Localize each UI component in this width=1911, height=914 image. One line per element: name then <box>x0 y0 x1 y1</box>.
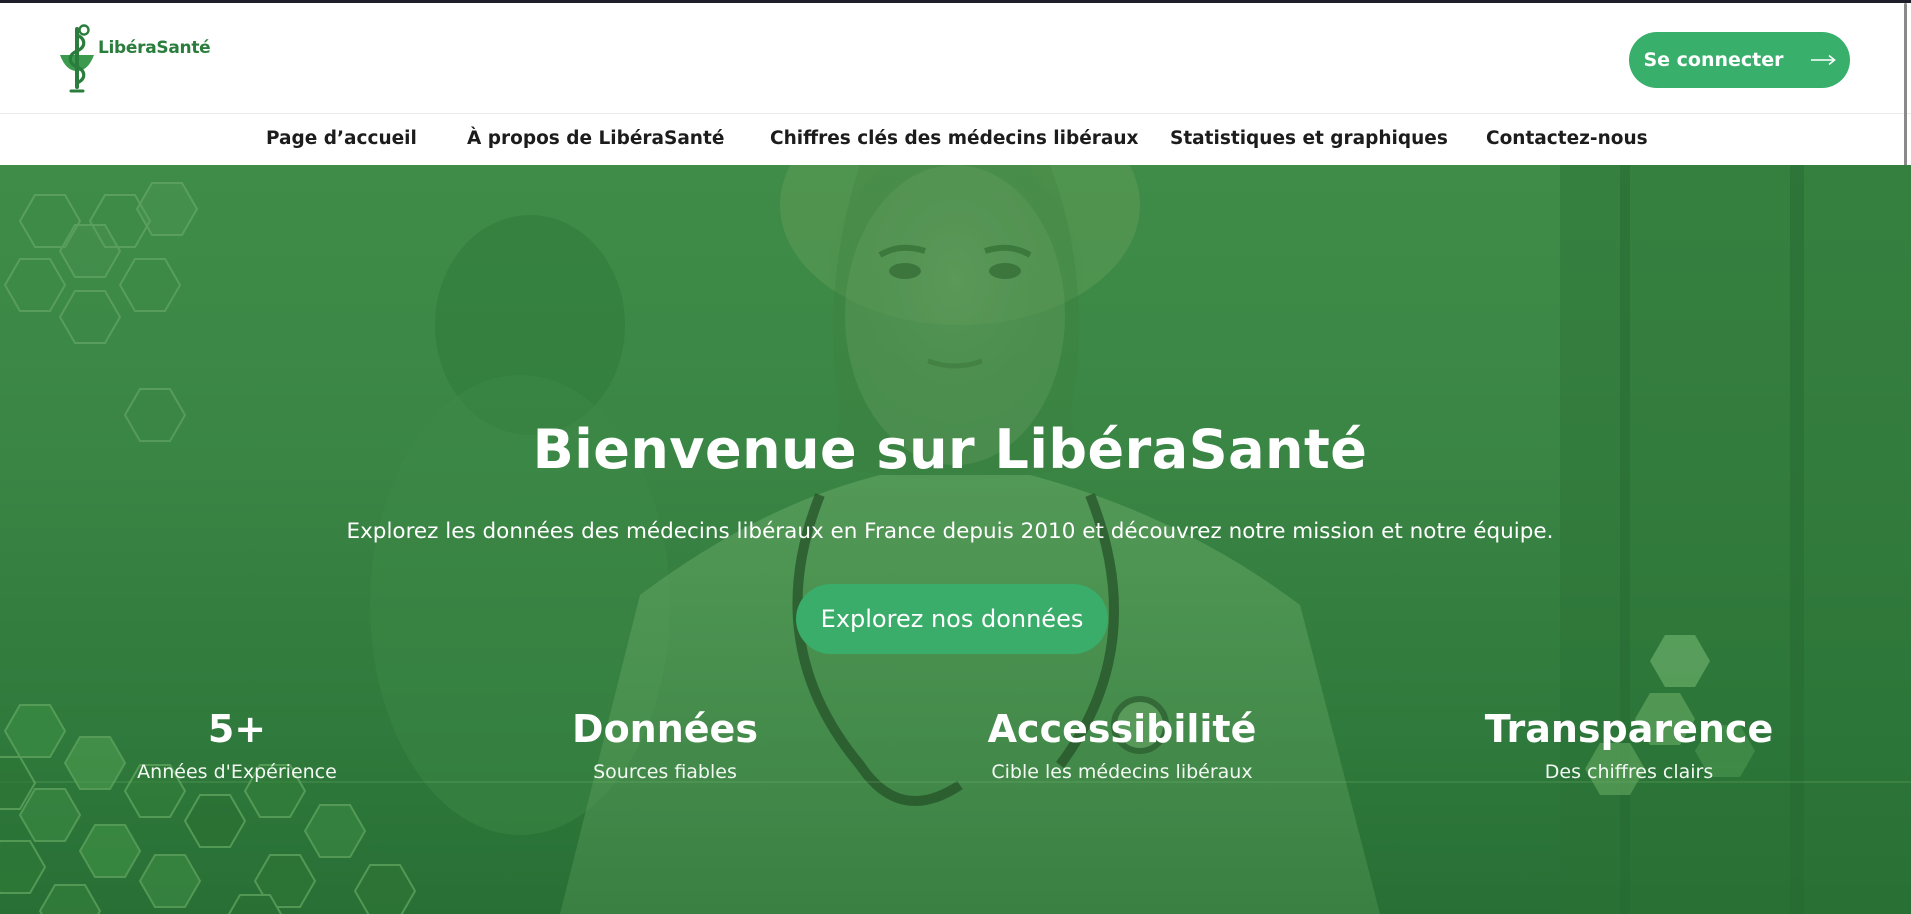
caduceus-bowl-icon <box>60 24 94 93</box>
stat-value: Données <box>572 707 758 751</box>
stat-transparency: Transparence Des chiffres clairs <box>1449 707 1809 783</box>
hero-section: Bienvenue sur LibéraSanté Explorez les d… <box>0 165 1911 914</box>
nav-item-home[interactable]: Page d’accueil <box>266 128 417 149</box>
stat-label: Sources fiables <box>593 761 737 783</box>
arrow-right-icon <box>1810 54 1836 66</box>
explore-data-button[interactable]: Explorez nos données <box>796 584 1108 654</box>
main-navigation: Page d’accueil À propos de LibéraSanté C… <box>0 113 1911 165</box>
nav-item-key-figures[interactable]: Chiffres clés des médecins libéraux <box>770 128 1138 149</box>
brand-name: LibéraSanté <box>98 38 211 58</box>
stat-value: Accessibilité <box>987 707 1257 751</box>
hero-subtitle: Explorez les données des médecins libéra… <box>346 519 1554 544</box>
stat-data: Données Sources fiables <box>485 707 845 783</box>
login-button[interactable]: Se connecter <box>1629 32 1850 88</box>
hero-content: Bienvenue sur LibéraSanté Explorez les d… <box>0 165 1911 914</box>
login-button-label: Se connecter <box>1643 49 1784 71</box>
nav-item-statistics[interactable]: Statistiques et graphiques <box>1170 128 1448 149</box>
brand-logo[interactable]: LibéraSanté <box>56 21 211 97</box>
stat-label: Cible les médecins libéraux <box>991 761 1253 783</box>
nav-item-about[interactable]: À propos de LibéraSanté <box>467 128 724 149</box>
stat-value: Transparence <box>1484 707 1774 751</box>
nav-item-contact[interactable]: Contactez-nous <box>1486 128 1648 149</box>
site-header: LibéraSanté Se connecter <box>0 3 1911 113</box>
stat-value: 5+ <box>207 707 267 751</box>
stat-label: Des chiffres clairs <box>1544 761 1714 783</box>
stat-accessibility: Accessibilité Cible les médecins libérau… <box>942 707 1302 783</box>
stat-label: Années d'Expérience <box>137 761 337 783</box>
hero-title: Bienvenue sur LibéraSanté <box>532 418 1368 481</box>
stat-experience: 5+ Années d'Expérience <box>57 707 417 783</box>
